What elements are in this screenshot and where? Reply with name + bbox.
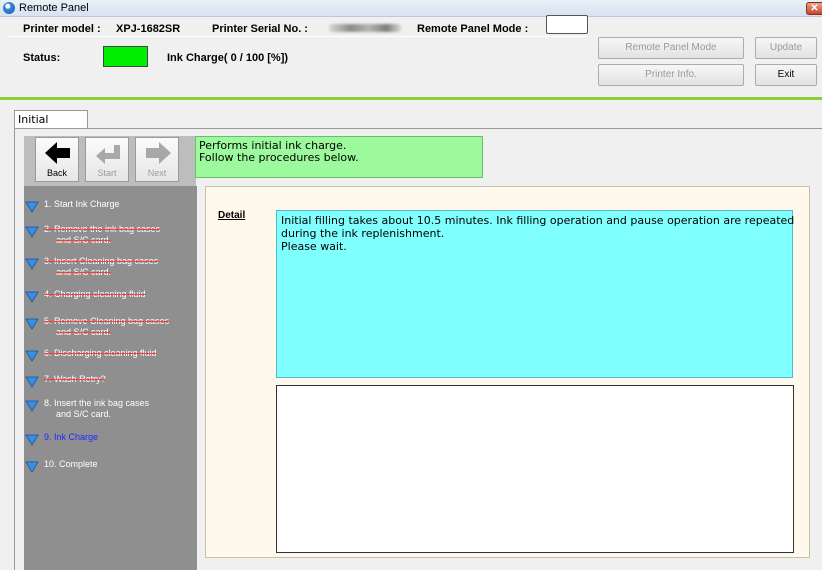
step-label: 4. Charging cleaning fluid: [44, 289, 146, 299]
arrow-right-icon: [146, 142, 171, 164]
accent-rule: [0, 97, 822, 100]
remote-panel-mode-button[interactable]: Remote Panel Mode: [598, 37, 744, 59]
header-divider: [8, 36, 588, 37]
start-button[interactable]: Start: [85, 137, 129, 182]
triangle-down-icon: [25, 318, 39, 330]
serial-number-redacted: [329, 24, 401, 32]
triangle-down-icon: [25, 201, 39, 213]
update-button[interactable]: Update: [755, 37, 817, 59]
step-label: 10. Complete: [44, 459, 98, 469]
step-label: 9. Ink Charge: [44, 432, 99, 442]
step-label: 5. Remove Cleaning bag cases: [44, 316, 170, 326]
serial-label: Printer Serial No. :: [212, 23, 308, 35]
step-label: 7. Wash Retry?: [44, 374, 106, 384]
instruction-line-2: Follow the procedures below.: [199, 151, 359, 164]
triangle-down-icon: [25, 258, 39, 270]
detail-text-box: Initial filling takes about 10.5 minutes…: [276, 210, 795, 378]
detail-label: Detail: [218, 210, 246, 221]
triangle-down-icon: [25, 376, 39, 388]
triangle-down-icon: [25, 400, 39, 412]
detail-line-1: Initial filling takes about 10.5 minutes…: [281, 214, 795, 227]
start-label: Start: [97, 168, 117, 178]
tab-initial-charge[interactable]: Initial Charge: [14, 110, 88, 143]
window-title: Remote Panel: [19, 2, 89, 14]
back-button[interactable]: Back: [35, 137, 79, 182]
remote-panel-mode-indicator: [546, 15, 588, 34]
next-label: Next: [147, 168, 167, 178]
printer-model-label: Printer model :: [23, 23, 101, 35]
triangle-down-icon: [25, 461, 39, 473]
detail-line-2: during the ink replenishment.: [281, 227, 445, 240]
step-label: 2. Remove the ink bag cases: [44, 224, 161, 234]
back-label: Back: [46, 168, 67, 178]
step-label: 3. Insert Cleaning bag cases: [44, 256, 159, 266]
return-arrow-icon: [96, 145, 120, 164]
triangle-down-icon: [25, 226, 39, 238]
close-button[interactable]: ✕: [806, 2, 822, 15]
step-sublabel: and S/C card.: [56, 327, 112, 337]
remote-panel-mode-label: Remote Panel Mode :: [417, 23, 529, 35]
exit-button[interactable]: Exit: [755, 64, 817, 86]
triangle-down-icon: [25, 291, 39, 303]
arrow-left-icon: [45, 142, 70, 164]
log-text-box: [276, 385, 794, 553]
app-icon: [3, 2, 15, 14]
triangle-down-icon: [25, 434, 39, 446]
title-bar: Remote Panel ✕: [0, 0, 822, 17]
step-label: 6. Discharging cleaning fluid: [44, 348, 157, 358]
detail-line-3: Please wait.: [281, 240, 347, 253]
status-label: Status:: [23, 52, 61, 64]
step-label: 8. Insert the ink bag cases: [44, 398, 150, 408]
triangle-down-icon: [25, 350, 39, 362]
status-indicator: [103, 46, 148, 67]
step-label: 1. Start Ink Charge: [44, 199, 120, 209]
instruction-message: Performs initial ink charge. Follow the …: [195, 136, 483, 178]
step-sublabel: and S/C card.: [56, 267, 112, 277]
printer-model-value: XPJ-1682SR: [116, 23, 181, 35]
step-sublabel: and S/C card.: [56, 235, 112, 245]
printer-info-button[interactable]: Printer Info.: [598, 64, 744, 86]
next-button[interactable]: Next: [135, 137, 179, 182]
status-text: Ink Charge( 0 / 100 [%]): [167, 52, 289, 64]
step-sublabel: and S/C card.: [56, 409, 112, 419]
